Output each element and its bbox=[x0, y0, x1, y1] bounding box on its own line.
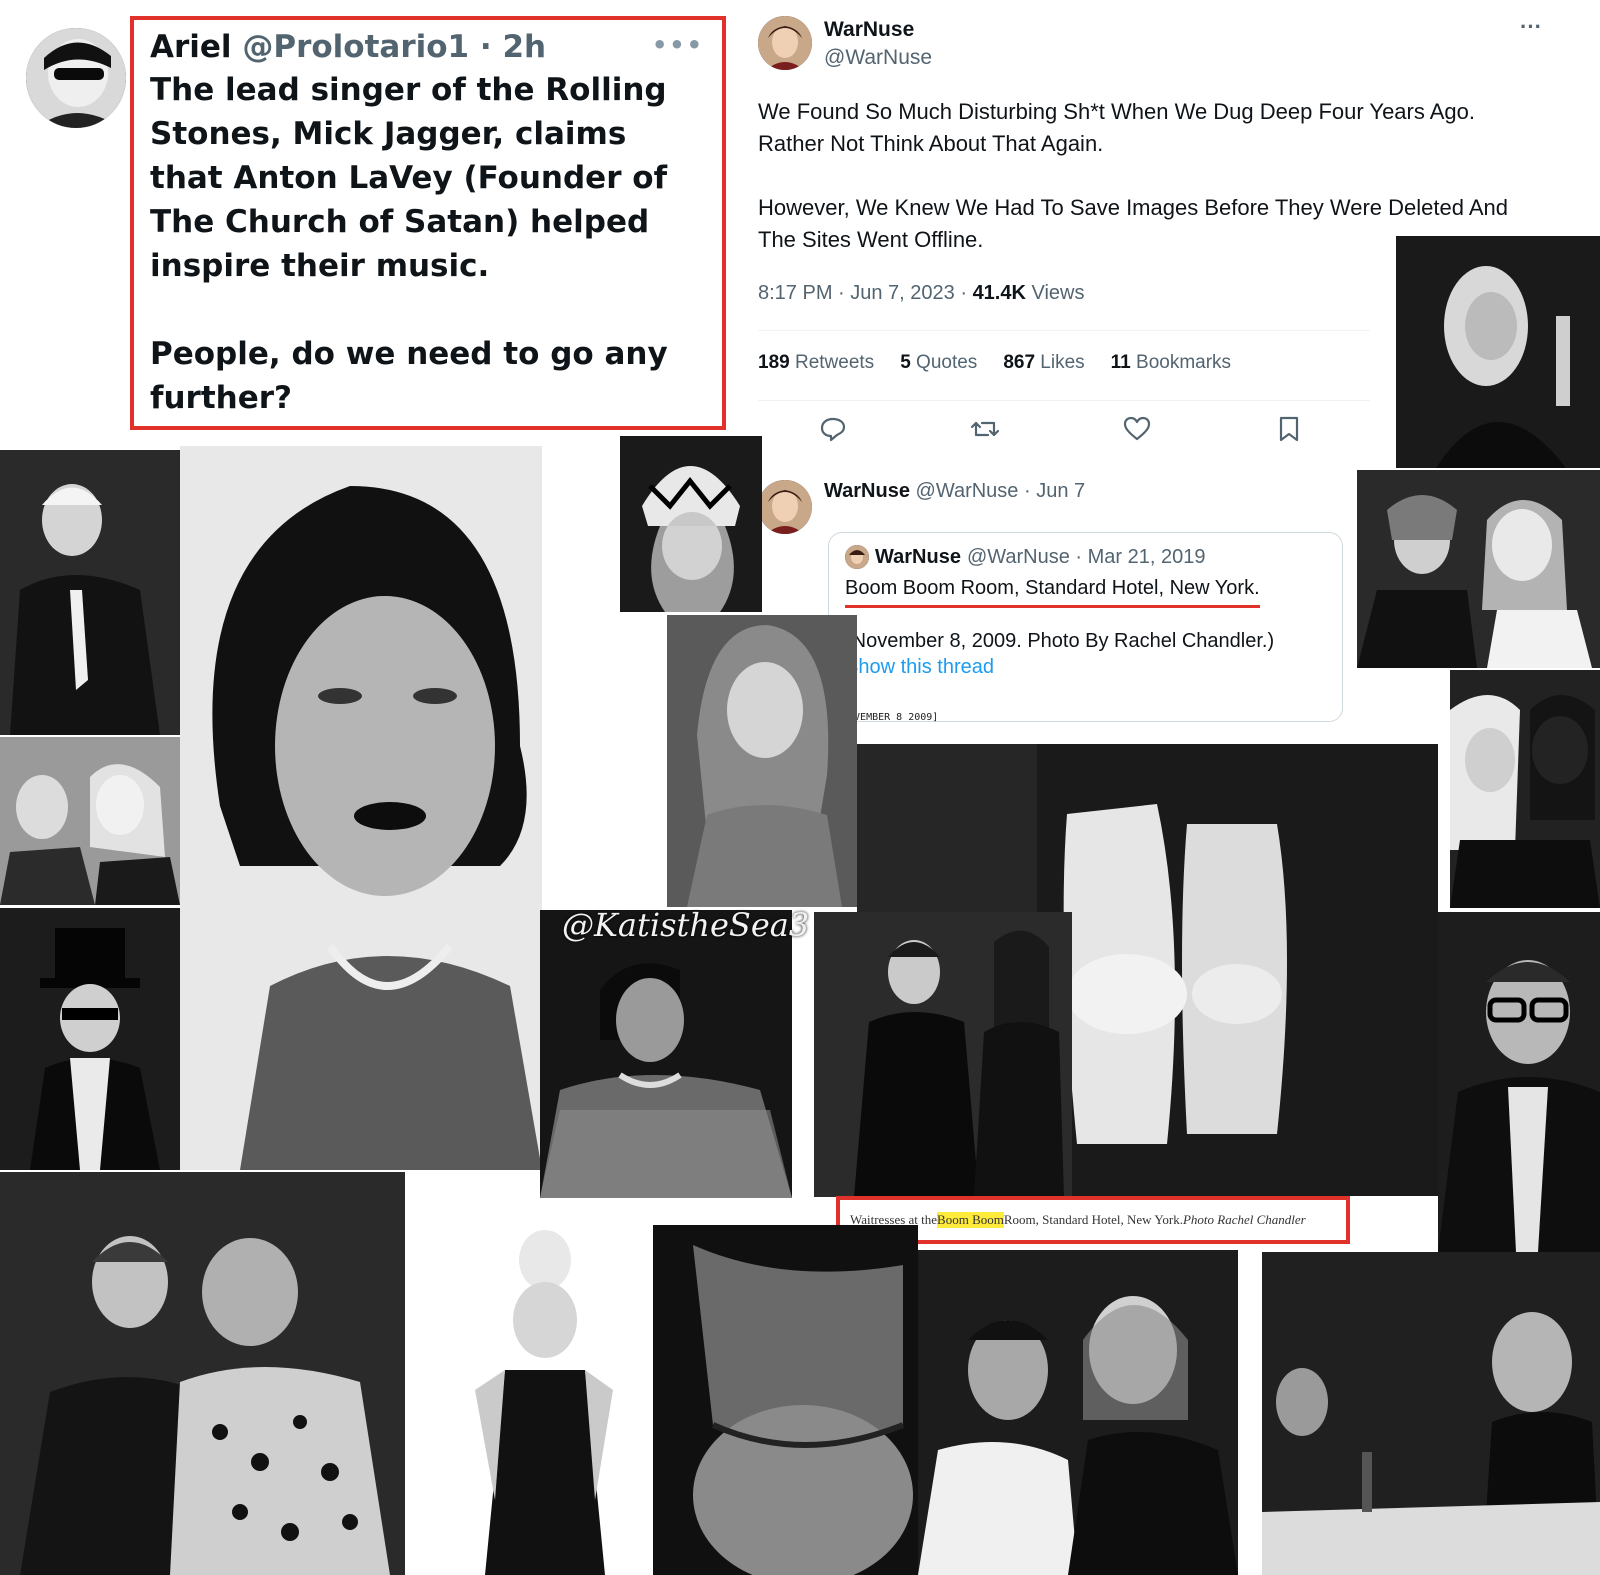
stat-retweets[interactable]: 189 Retweets bbox=[758, 352, 874, 374]
stat-likes[interactable]: 867 Likes bbox=[1003, 352, 1084, 374]
author-name[interactable]: WarNuse bbox=[824, 18, 914, 42]
author-handle[interactable]: @WarNuse bbox=[824, 46, 932, 70]
photo-couple-older-man-blonde bbox=[0, 737, 180, 905]
quoted-tweet[interactable]: WarNuse @WarNuse · Mar 21, 2019 Boom Boo… bbox=[828, 532, 1343, 722]
author-handle[interactable]: @Prolotario1 bbox=[242, 29, 469, 65]
caption-credit: Photo Rachel Chandler bbox=[1182, 1212, 1306, 1227]
views-label: Views bbox=[1025, 282, 1085, 304]
tweet-paragraph: We Found So Much Disturbing Sh*t When We… bbox=[758, 99, 1476, 156]
reply-header: WarNuse @WarNuse · Jun 7 bbox=[824, 480, 1085, 503]
gap bbox=[1238, 1250, 1262, 1575]
photo-woman-black-dress bbox=[435, 1200, 653, 1575]
photo-mick-jagger-portrait bbox=[180, 446, 542, 1170]
photo-man-glasses bbox=[1438, 912, 1600, 1252]
photo-lace-dress-close bbox=[653, 1225, 918, 1575]
watermark: @KatistheSea3 bbox=[562, 906, 810, 944]
caption-highlight: Boom Boom bbox=[937, 1212, 1004, 1228]
highlighted-tweet[interactable]: Ariel @Prolotario1 · 2h ••• The lead sin… bbox=[130, 16, 726, 430]
quote-location: Boom Boom Room, Standard Hotel, New York… bbox=[845, 573, 1260, 608]
author-handle[interactable]: @WarNuse · Mar 21, 2019 bbox=[967, 546, 1206, 569]
more-options-icon[interactable]: ··· bbox=[1520, 14, 1542, 40]
tweet-body: The lead singer of the Rolling Stones, M… bbox=[150, 68, 706, 420]
tweet-stats: 189 Retweets 5 Quotes 867 Likes 11 Bookm… bbox=[758, 352, 1257, 374]
photo-man-woman-black-dress bbox=[814, 912, 1072, 1197]
stat-quotes[interactable]: 5 Quotes bbox=[900, 352, 977, 374]
author-name[interactable]: WarNuse bbox=[824, 480, 910, 502]
avatar bbox=[845, 545, 869, 569]
caption-text: Room, Standard Hotel, New York. bbox=[1003, 1212, 1183, 1227]
avatar[interactable] bbox=[758, 16, 812, 70]
gap bbox=[405, 1172, 435, 1575]
reply-icon[interactable] bbox=[818, 414, 848, 444]
photo-party-table bbox=[1262, 1252, 1600, 1575]
more-options-icon[interactable]: ••• bbox=[652, 26, 704, 64]
author-name[interactable]: Ariel bbox=[150, 29, 232, 65]
left-tweet-screenshot: Ariel @Prolotario1 · 2h ••• The lead sin… bbox=[0, 0, 740, 440]
views-count: 41.4K bbox=[972, 282, 1026, 304]
stat-bookmarks[interactable]: 11 Bookmarks bbox=[1111, 352, 1231, 374]
photo-woman-champagne bbox=[1396, 236, 1600, 468]
avatar[interactable] bbox=[758, 480, 812, 534]
author-name[interactable]: WarNuse bbox=[875, 546, 961, 569]
photo-man-suit-white-hair bbox=[0, 450, 180, 735]
like-icon[interactable] bbox=[1122, 414, 1152, 444]
photo-woman-headscarf bbox=[620, 436, 762, 612]
photo-two-blonde-women bbox=[1357, 470, 1600, 668]
avatar[interactable] bbox=[26, 28, 126, 128]
photo-donatella-naomi bbox=[1450, 670, 1600, 908]
photo-woman-top-hat-sunglasses bbox=[0, 908, 180, 1170]
author-handle[interactable]: @WarNuse · Jun 7 bbox=[916, 480, 1086, 502]
retweet-icon[interactable] bbox=[970, 414, 1000, 444]
tweet-paragraph: People, do we need to go any further? bbox=[150, 336, 668, 416]
tweet-paragraph: The lead singer of the Rolling Stones, M… bbox=[150, 72, 668, 284]
show-thread-link[interactable]: Show this thread bbox=[845, 656, 1326, 679]
tweet-timestamp[interactable]: 8:17 PM · Jun 7, 2023 · bbox=[758, 282, 973, 304]
quote-credit: (November 8, 2009. Photo By Rachel Chand… bbox=[845, 630, 1275, 652]
divider bbox=[758, 330, 1370, 331]
photo-two-men-leopard-shirt bbox=[0, 1172, 405, 1575]
photo-woman-red-hair bbox=[667, 615, 857, 907]
divider bbox=[758, 400, 1370, 401]
tweet-time: · 2h bbox=[479, 29, 547, 65]
photo-couple-man-woman bbox=[918, 1250, 1238, 1575]
bookmark-icon[interactable] bbox=[1274, 414, 1304, 444]
photo-woman-leopard-wrap bbox=[540, 910, 792, 1198]
tweet-meta: 8:17 PM · Jun 7, 2023 · 41.4K Views bbox=[758, 282, 1084, 305]
